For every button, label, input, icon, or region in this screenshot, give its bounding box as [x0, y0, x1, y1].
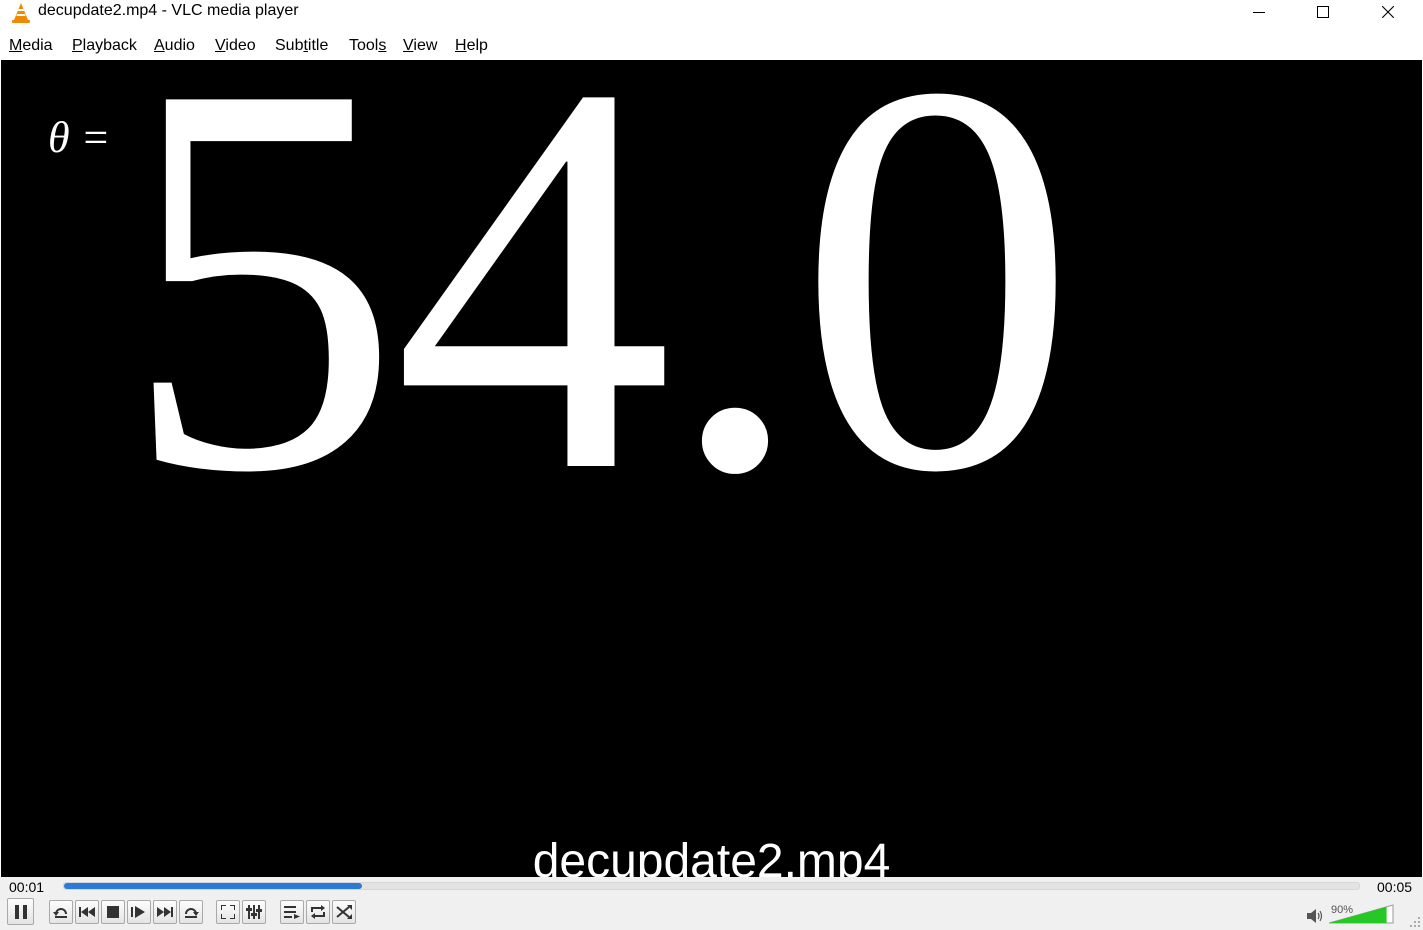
pause-icon [14, 904, 27, 919]
maximize-button[interactable] [1291, 0, 1355, 24]
seek-row: 00:01 00:05 [0, 877, 1423, 897]
menu-view-label: iew [413, 37, 438, 54]
menu-playback-accel: P [72, 37, 83, 54]
menu-audio-label: udio [164, 37, 195, 54]
menu-view[interactable]: View [403, 36, 437, 56]
loop-button[interactable] [306, 900, 330, 924]
frame-step-icon [131, 906, 145, 918]
menu-media[interactable]: Media [9, 36, 53, 56]
loop-icon [311, 905, 325, 919]
menu-playback[interactable]: Playback [72, 36, 137, 56]
window-title: decupdate2.mp4 - VLC media player [38, 2, 299, 19]
loop-ab-button[interactable] [179, 900, 203, 924]
menu-subtitle-pre: Sub [275, 37, 304, 54]
next-button[interactable] [153, 900, 177, 924]
seek-bar-fill [64, 883, 362, 889]
pause-button[interactable] [7, 898, 34, 925]
next-icon [157, 907, 173, 917]
video-display[interactable]: θ = 54.0 decupdate2.mp4 [1, 60, 1422, 877]
random-button[interactable] [332, 900, 356, 924]
shuffle-icon [336, 905, 352, 919]
menu-subtitle[interactable]: Subtitle [275, 36, 328, 56]
maximize-icon [1317, 6, 1329, 18]
playlist-icon [284, 906, 300, 919]
playlist-button[interactable] [280, 900, 304, 924]
extended-settings-button[interactable] [242, 900, 266, 924]
large-digits: 54.0 [121, 60, 1069, 588]
stop-button[interactable] [101, 900, 125, 924]
filename-overlay: decupdate2.mp4 [532, 835, 891, 877]
seek-bar[interactable] [63, 882, 1360, 890]
previous-button[interactable] [75, 900, 99, 924]
resize-grip-icon[interactable] [1406, 913, 1422, 929]
stop-icon [107, 906, 119, 918]
menu-subtitle-label: itle [307, 37, 329, 54]
previous-frame-button[interactable] [49, 900, 73, 924]
menu-video-accel: V [215, 37, 226, 54]
fullscreen-button[interactable] [216, 900, 240, 924]
menu-tools-pre: Tool [349, 37, 379, 54]
minimize-icon [1253, 12, 1265, 13]
close-button[interactable] [1356, 0, 1420, 24]
title-bar: decupdate2.mp4 - VLC media player [0, 0, 1423, 30]
total-time[interactable]: 00:05 [1377, 879, 1412, 895]
menu-playback-label: layback [82, 37, 137, 54]
menu-audio-accel: A [154, 37, 165, 54]
menu-tools[interactable]: Tools [349, 36, 386, 56]
menu-media-accel: M [9, 37, 23, 54]
menu-video[interactable]: Video [215, 36, 256, 56]
menu-media-label: edia [22, 37, 53, 54]
menu-audio[interactable]: Audio [154, 36, 195, 56]
volume-percentage: 90% [1331, 904, 1354, 916]
next-frame-button[interactable] [127, 900, 151, 924]
controls-bar: 90% [0, 897, 1423, 930]
elapsed-time[interactable]: 00:01 [9, 879, 44, 895]
equalizer-icon [246, 905, 262, 919]
menu-view-accel: V [403, 37, 414, 54]
vlc-cone-icon [12, 3, 30, 23]
menu-tools-accel: s [378, 37, 387, 54]
previous-icon [79, 907, 95, 917]
video-frame: θ = 54.0 [48, 60, 1077, 588]
fullscreen-icon [221, 905, 235, 919]
loop-back-icon [53, 908, 67, 918]
menu-bar: Media Playback Audio Video Subtitle Tool… [0, 33, 1423, 59]
loop-ab-icon [185, 908, 199, 918]
close-icon [1382, 6, 1394, 18]
theta-label: θ = [48, 113, 110, 162]
minimize-button[interactable] [1227, 0, 1291, 24]
speaker-icon[interactable] [1307, 909, 1323, 923]
menu-help[interactable]: Help [455, 36, 488, 56]
menu-help-accel: H [455, 37, 467, 54]
menu-help-label: elp [466, 37, 488, 54]
menu-video-label: ideo [225, 37, 256, 54]
